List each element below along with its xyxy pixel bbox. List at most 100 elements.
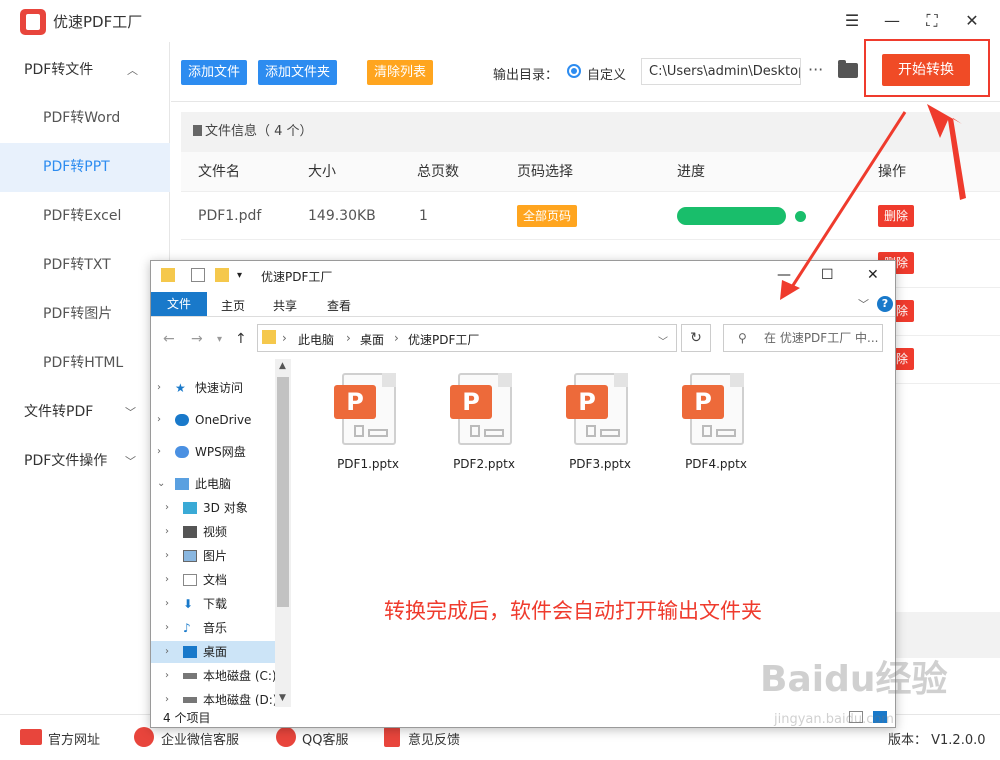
quick-access-dropdown-icon[interactable]: ▾	[237, 270, 242, 281]
forward-arrow-icon[interactable]: →	[191, 331, 203, 347]
drive-icon	[183, 673, 197, 679]
sidebar-item-pdf-to-ppt[interactable]: PDF转PPT	[0, 143, 170, 192]
custom-radio[interactable]	[567, 64, 581, 78]
close-icon[interactable]: ✕	[960, 9, 984, 33]
nav-item-3d-objects[interactable]: › 3D 对象	[151, 497, 275, 519]
file-item[interactable]: P PDF3.pptx	[550, 373, 650, 483]
page-select-button[interactable]: 全部页码	[517, 205, 578, 227]
nav-item-downloads[interactable]: › ⬇ 下载	[151, 593, 275, 615]
more-options-icon[interactable]: ···	[808, 60, 823, 79]
nav-item-this-pc[interactable]: ⌄ 此电脑	[151, 473, 275, 495]
nav-item-wps[interactable]: › WPS网盘	[151, 441, 275, 463]
nav-item-drive-c[interactable]: › 本地磁盘 (C:)	[151, 665, 277, 687]
feedback-link[interactable]: 意见反馈	[408, 729, 460, 748]
sidebar-item-pdf-to-txt[interactable]: PDF转TXT	[0, 241, 170, 290]
breadcrumb-this-pc[interactable]: 此电脑	[298, 331, 334, 348]
expand-icon[interactable]: ›	[165, 545, 169, 567]
expand-icon[interactable]: ›	[157, 377, 161, 399]
add-folder-button[interactable]: 添加文件夹	[258, 60, 338, 85]
scroll-down-icon[interactable]: ▼	[279, 693, 286, 703]
add-file-button[interactable]: 添加文件	[181, 60, 248, 85]
nav-item-desktop[interactable]: › 桌面	[151, 641, 275, 663]
ribbon-home-tab[interactable]: 主页	[221, 297, 245, 314]
new-folder-icon[interactable]	[215, 268, 229, 282]
music-icon: ♪	[183, 621, 191, 635]
expand-icon[interactable]: ›	[165, 521, 169, 543]
wechat-support-link[interactable]: 企业微信客服	[161, 729, 239, 748]
sidebar-item-pdf-to-word[interactable]: PDF转Word	[0, 94, 170, 143]
ribbon-view-tab[interactable]: 查看	[327, 297, 351, 314]
chevron-up-icon: ︿	[127, 64, 138, 77]
file-icon-shape	[716, 429, 736, 437]
qq-support-link[interactable]: QQ客服	[302, 729, 348, 748]
official-site-link[interactable]: 官方网址	[48, 729, 100, 748]
back-arrow-icon[interactable]: ←	[163, 331, 175, 347]
start-convert-button[interactable]: 开始转换	[882, 54, 970, 86]
address-dropdown-icon[interactable]: ﹀	[658, 333, 668, 348]
breadcrumb-desktop[interactable]: 桌面	[360, 331, 384, 348]
file-item[interactable]: P PDF1.pptx	[318, 373, 418, 483]
nav-scrollbar-thumb[interactable]	[277, 377, 289, 607]
expand-icon[interactable]: ›	[165, 497, 169, 519]
chevron-down-icon[interactable]: ﹀	[858, 296, 869, 312]
refresh-icon[interactable]: ↻	[681, 324, 711, 352]
recent-dropdown-icon[interactable]: ▾	[217, 334, 222, 345]
powerpoint-badge-icon: P	[450, 385, 492, 419]
app-window: 优速PDF工厂 ☰ — ⛶ ✕ PDF转文件 ︿ PDF转Word PDF转PP…	[0, 0, 1000, 760]
ribbon-file-tab[interactable]: 文件	[151, 292, 207, 316]
nav-item-videos[interactable]: › 视频	[151, 521, 275, 543]
search-input[interactable]: 在 优速PDF工厂 中...	[723, 324, 883, 352]
sidebar-item-pdf-to-image[interactable]: PDF转图片	[0, 290, 170, 339]
breadcrumb-separator-icon: ›	[282, 331, 287, 345]
help-icon[interactable]: ?	[877, 296, 893, 312]
folder-icon[interactable]	[838, 60, 858, 78]
nav-item-music[interactable]: › ♪ 音乐	[151, 617, 275, 639]
maximize-icon[interactable]: ⛶	[920, 9, 944, 33]
expand-icon[interactable]: ›	[157, 409, 161, 431]
sidebar-group-pdf-operations[interactable]: PDF文件操作 ﹀	[0, 437, 170, 486]
close-icon[interactable]: ✕	[867, 267, 879, 283]
file-item[interactable]: P PDF4.pptx	[666, 373, 766, 483]
up-arrow-icon[interactable]: ↑	[235, 331, 247, 347]
document-icon	[183, 574, 197, 586]
sidebar-group-pdf-to-file[interactable]: PDF转文件 ︿	[0, 46, 170, 95]
sidebar-item-pdf-to-html[interactable]: PDF转HTML	[0, 339, 170, 388]
collapse-icon[interactable]: ⌄	[157, 473, 165, 495]
sidebar-group-file-to-pdf[interactable]: 文件转PDF ﹀	[0, 388, 170, 437]
expand-icon[interactable]: ›	[165, 593, 169, 615]
expand-icon[interactable]: ›	[157, 441, 161, 463]
computer-icon	[175, 478, 189, 490]
sidebar-item-pdf-to-excel[interactable]: PDF转Excel	[0, 192, 170, 241]
nav-item-drive-d[interactable]: › 本地磁盘 (D:)	[151, 689, 277, 707]
download-icon: ⬇	[183, 597, 194, 611]
cube-icon	[183, 502, 197, 514]
expand-icon[interactable]: ›	[165, 617, 169, 639]
expand-icon[interactable]: ›	[165, 569, 169, 591]
nav-label: 下载	[203, 597, 228, 611]
menu-icon[interactable]: ☰	[840, 9, 864, 33]
minimize-icon[interactable]: —	[880, 9, 904, 33]
properties-icon[interactable]	[191, 268, 205, 282]
output-path-input[interactable]: C:\Users\admin\Desktop	[641, 58, 801, 85]
address-bar[interactable]: › 此电脑 › 桌面 › 优速PDF工厂 ﹀	[257, 324, 677, 352]
nav-label: 音乐	[203, 621, 228, 635]
expand-icon[interactable]: ›	[165, 665, 169, 687]
nav-item-onedrive[interactable]: › OneDrive	[151, 409, 275, 431]
maximize-icon[interactable]: ☐	[821, 267, 834, 283]
ribbon-share-tab[interactable]: 共享	[273, 297, 297, 314]
file-name: PDF1.pptx	[337, 457, 399, 471]
delete-button[interactable]: 删除	[878, 205, 915, 227]
watermark-url: jingyan.baidu.com	[774, 712, 894, 727]
nav-item-quick-access[interactable]: › ★ 快速访问	[151, 377, 275, 399]
minimize-icon[interactable]: —	[777, 267, 791, 283]
nav-item-documents[interactable]: › 文档	[151, 569, 275, 591]
file-info-label: 文件信息（ 4 个）	[205, 124, 313, 139]
expand-icon[interactable]: ›	[165, 641, 169, 663]
scroll-up-icon[interactable]: ▲	[279, 361, 286, 371]
clear-list-button[interactable]: 清除列表	[367, 60, 434, 85]
expand-icon[interactable]: ›	[165, 689, 169, 707]
file-item[interactable]: P PDF2.pptx	[434, 373, 534, 483]
nav-item-pictures[interactable]: › 图片	[151, 545, 275, 567]
breadcrumb-current-folder[interactable]: 优速PDF工厂	[408, 331, 479, 348]
file-name: PDF4.pptx	[685, 457, 747, 471]
